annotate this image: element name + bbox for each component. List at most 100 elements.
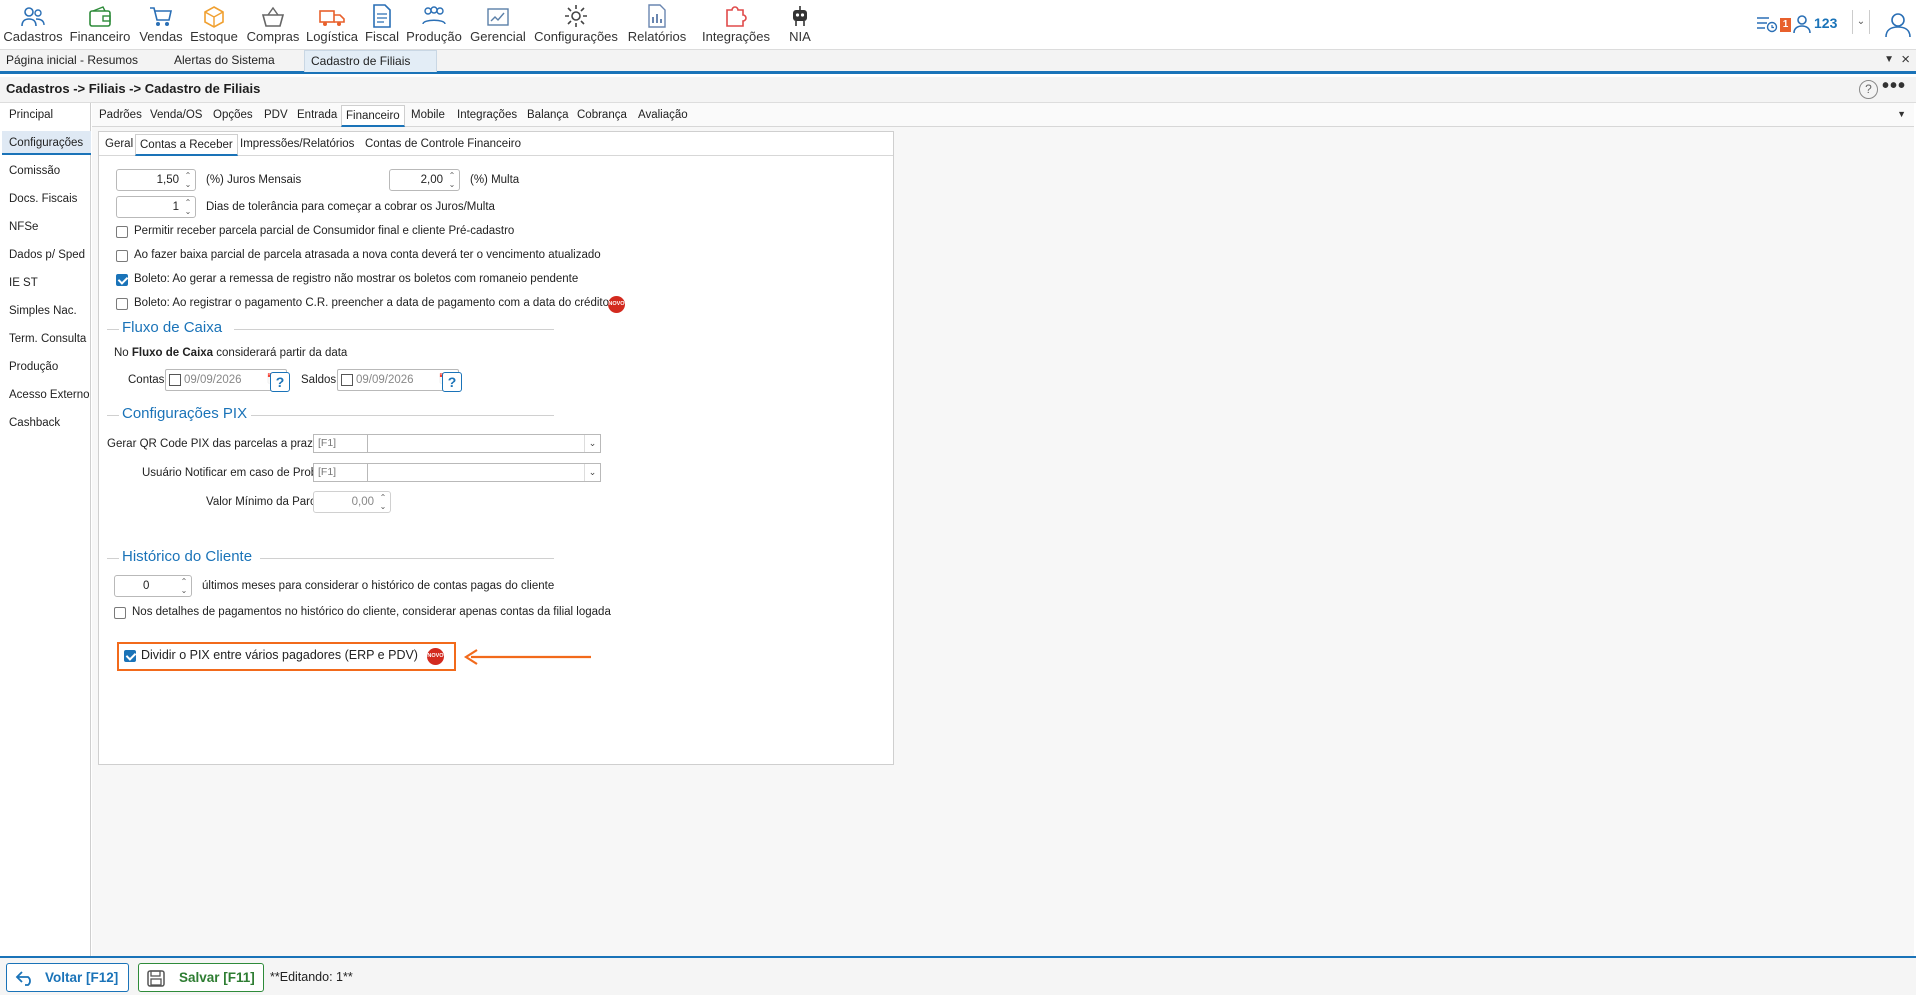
menu-financeiro[interactable]: Financeiro	[68, 0, 132, 48]
spinner-arrows-icon[interactable]: ⌃ ⌄	[447, 171, 457, 189]
salvar-label: Salvar [F11]	[179, 970, 255, 985]
meses-input[interactable]: 0 ⌃ ⌄	[114, 575, 192, 597]
tab-opcoes[interactable]: Opções	[209, 105, 257, 127]
tab-financeiro[interactable]: Financeiro	[341, 105, 405, 127]
chk-boleto-remessa-label: Boleto: Ao gerar a remessa de registro n…	[134, 273, 579, 285]
chk-baixa-parcial[interactable]	[116, 250, 128, 262]
menu-configuracoes[interactable]: Configurações	[532, 0, 620, 48]
valor-minimo-input[interactable]: 0,00 ⌃ ⌄	[313, 491, 391, 513]
nav-simples-nac[interactable]: Simples Nac.	[2, 299, 91, 323]
juros-input[interactable]: 1,50 ⌃ ⌄	[116, 169, 196, 191]
chk-filial-logada[interactable]	[114, 607, 126, 619]
nav-ie-st[interactable]: IE ST	[2, 271, 91, 295]
menu-vendas[interactable]: Vendas	[137, 0, 185, 48]
nav-acesso-externo[interactable]: Acesso Externo	[2, 383, 91, 407]
menu-label: Logística	[305, 29, 359, 44]
nav-term-consulta[interactable]: Term. Consulta	[2, 327, 91, 351]
close-icon[interactable]: ×	[1901, 51, 1910, 68]
menu-nia[interactable]: NIA	[780, 0, 820, 48]
apptab-cadastro-filiais[interactable]: Cadastro de Filiais	[304, 50, 437, 72]
chk-baixa-parcial-label: Ao fazer baixa parcial de parcela atrasa…	[134, 249, 601, 261]
juros-value: 1,50	[156, 174, 179, 186]
menu-gerencial[interactable]: Gerencial	[467, 0, 529, 48]
notification-badge[interactable]: 1	[1780, 18, 1791, 32]
profile-icon[interactable]	[1884, 10, 1912, 38]
user-id[interactable]: 123	[1814, 15, 1837, 31]
chk-boleto-remessa[interactable]	[116, 274, 128, 286]
spinner-arrows-icon[interactable]: ⌃ ⌄	[183, 171, 193, 189]
apptab-pagina-inicial[interactable]: Página inicial - Resumos	[0, 50, 144, 72]
spinner-arrows-icon[interactable]: ⌃ ⌄	[179, 577, 189, 595]
tab-mobile[interactable]: Mobile	[407, 105, 449, 127]
nav-dados-sped[interactable]: Dados p/ Sped	[2, 243, 91, 267]
chevron-down-icon[interactable]: ⌄	[1852, 10, 1870, 34]
tab-contas-receber[interactable]: Contas a Receber	[135, 134, 238, 156]
nav-principal[interactable]: Principal	[2, 103, 91, 127]
apptab-alertas[interactable]: Alertas do Sistema	[168, 50, 281, 72]
tab-venda-os[interactable]: Venda/OS	[146, 105, 206, 127]
spinner-arrows-icon[interactable]: ⌃ ⌄	[183, 198, 193, 216]
saldos-date-input[interactable]: 09/09/2026 📅	[337, 369, 459, 391]
section-fluxo-caixa: Fluxo de Caixa	[122, 319, 223, 336]
tab-impressoes[interactable]: Impressões/Relatórios	[236, 134, 358, 156]
tab-cobranca[interactable]: Cobrança	[573, 105, 631, 127]
multa-value: 2,00	[420, 174, 443, 186]
help-icon[interactable]: ?	[1859, 80, 1878, 99]
nav-producao[interactable]: Produção	[2, 355, 91, 379]
tab-contas-controle[interactable]: Contas de Controle Financeiro	[361, 134, 525, 156]
menu-relatorios[interactable]: Relatórios	[624, 0, 690, 48]
spinner-arrows-icon[interactable]: ⌃ ⌄	[378, 493, 388, 511]
nav-comissao[interactable]: Comissão	[2, 159, 91, 183]
tab-balanca[interactable]: Balança	[523, 105, 573, 127]
dias-input[interactable]: 1 ⌃ ⌄	[116, 196, 196, 218]
tab-entrada[interactable]: Entrada	[293, 105, 341, 127]
usuario-select[interactable]: ⌄	[367, 463, 601, 482]
multa-input[interactable]: 2,00 ⌃ ⌄	[389, 169, 460, 191]
multa-label: (%) Multa	[470, 174, 520, 186]
help-saldos-icon[interactable]: ?	[442, 372, 462, 392]
voltar-button[interactable]: Voltar [F12]	[6, 963, 129, 992]
tab-integracoes[interactable]: Integrações	[453, 105, 521, 127]
chevron-down-icon[interactable]: ⌄	[584, 435, 600, 452]
tab-avaliacao[interactable]: Avaliação	[634, 105, 692, 127]
user-icon[interactable]	[1792, 14, 1812, 34]
more-options-icon[interactable]: •••	[1882, 75, 1906, 98]
tabs-overflow-icon[interactable]: ▼	[1897, 109, 1906, 119]
nav-cashback[interactable]: Cashback	[2, 411, 91, 435]
nav-nfse[interactable]: NFSe	[2, 215, 91, 239]
contas-date-input[interactable]: 09/09/2026 📅	[165, 369, 287, 391]
menu-estoque[interactable]: Estoque	[188, 0, 240, 48]
menu-producao[interactable]: Produção	[404, 0, 464, 48]
contas-label: Contas	[128, 374, 165, 386]
menu-label: Financeiro	[69, 29, 131, 44]
menu-label: Gerencial	[470, 29, 526, 44]
tab-padroes[interactable]: Padrões	[95, 105, 146, 127]
chk-receber-parcial[interactable]	[116, 226, 128, 238]
divider	[107, 329, 119, 330]
qr-conta-select[interactable]: ⌄	[367, 434, 601, 453]
menu-logistica[interactable]: Logística	[305, 0, 359, 48]
tab-pdv[interactable]: PDV	[260, 105, 292, 127]
chevron-down-icon[interactable]: ⌄	[584, 464, 600, 481]
date-checkbox[interactable]	[341, 374, 353, 386]
help-contas-icon[interactable]: ?	[270, 372, 290, 392]
divider	[260, 558, 554, 559]
menu-fiscal[interactable]: Fiscal	[362, 0, 402, 48]
nav-docs-fiscais[interactable]: Docs. Fiscais	[2, 187, 91, 211]
date-checkbox[interactable]	[169, 374, 181, 386]
arrow-left-icon	[463, 649, 591, 665]
salvar-button[interactable]: Salvar [F11]	[138, 963, 264, 992]
history-icon[interactable]	[1756, 15, 1778, 33]
menu-integracoes[interactable]: Integrações	[697, 0, 775, 48]
robot-icon	[793, 6, 807, 26]
tab-geral[interactable]: Geral	[101, 134, 137, 156]
tabs-dropdown-icon[interactable]: ▼	[1884, 54, 1894, 65]
saldos-label: Saldos	[301, 374, 337, 386]
chk-boleto-registrar[interactable]	[116, 298, 128, 310]
menu-cadastros[interactable]: Cadastros	[2, 0, 64, 48]
chk-dividir-pix[interactable]	[124, 650, 136, 662]
nav-configuracoes[interactable]: Configurações	[2, 131, 91, 155]
dias-value: 1	[172, 201, 179, 213]
menu-compras[interactable]: Compras	[244, 0, 302, 48]
menu-label: Fiscal	[365, 29, 399, 44]
